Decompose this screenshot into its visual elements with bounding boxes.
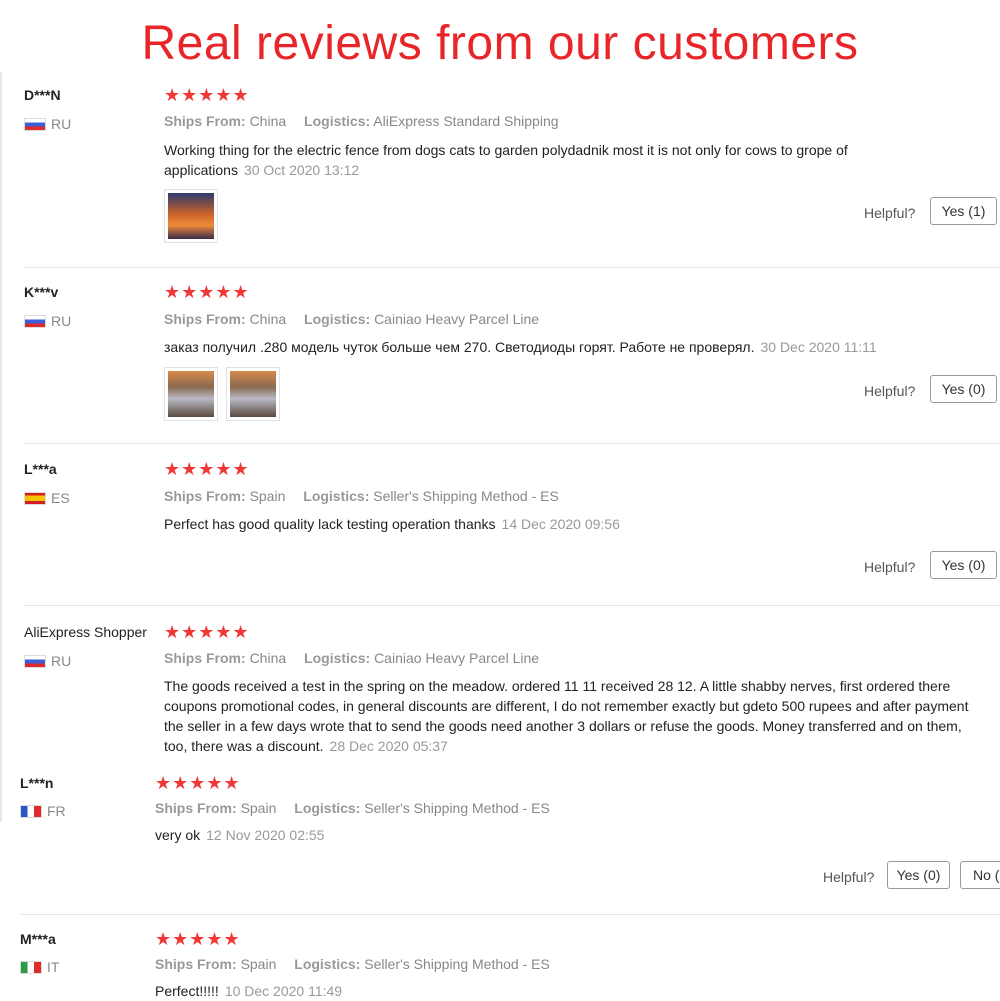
review-date: 30 Oct 2020 13:12 — [243, 162, 360, 178]
helpful-yes-button[interactable]: Yes (1) — [930, 197, 997, 225]
reviewer-name: K***v — [24, 284, 59, 300]
logistics-label: Logistics: — [304, 311, 371, 327]
review-photo-thumbnail[interactable] — [164, 367, 218, 421]
ships-from-value: Spain — [240, 956, 277, 972]
logistics-value: Seller's Shipping Method - ES — [364, 956, 550, 972]
reviewer-name: L***a — [24, 461, 57, 477]
rating-stars: ★★★★★ — [164, 85, 250, 106]
review-date: 10 Dec 2020 11:49 — [224, 983, 343, 999]
logistics-label: Logistics: — [303, 488, 370, 504]
review-date: 28 Dec 2020 05:37 — [329, 738, 448, 754]
reviewer-country: FR — [20, 803, 66, 819]
review-photo-thumbnail[interactable] — [164, 189, 218, 243]
review-body: The goods received a test in the spring … — [164, 678, 969, 754]
logistics-label: Logistics: — [294, 956, 361, 972]
ships-from-value: China — [249, 113, 287, 129]
logistics-label: Logistics: — [304, 650, 371, 666]
helpful-yes-button[interactable]: Yes (0) — [930, 551, 997, 579]
review-divider — [24, 267, 1000, 268]
ships-from-label: Ships From: — [155, 956, 237, 972]
country-code: ES — [51, 490, 70, 506]
shipping-meta: Ships From: China Logistics: AliExpress … — [164, 113, 559, 129]
review-date: 12 Nov 2020 02:55 — [206, 827, 325, 843]
logistics-label: Logistics: — [304, 113, 371, 129]
spain-flag-icon — [24, 491, 46, 505]
review-photo-thumbnail[interactable] — [226, 367, 280, 421]
ships-from-value: China — [249, 311, 287, 327]
reviewer-country: IT — [20, 959, 59, 975]
reviewer-country: ES — [24, 490, 70, 506]
reviewer-name: D***N — [24, 87, 61, 103]
helpful-yes-button[interactable]: Yes (0) — [887, 861, 950, 889]
review-date: 14 Dec 2020 09:56 — [501, 516, 620, 532]
review-body: заказ получил .280 модель чуток больше ч… — [164, 339, 755, 355]
logistics-value: Seller's Shipping Method - ES — [373, 488, 559, 504]
shipping-meta: Ships From: China Logistics: Cainiao Hea… — [164, 311, 539, 327]
rating-stars: ★★★★★ — [164, 282, 250, 303]
italy-flag-icon — [20, 960, 42, 974]
country-code: IT — [47, 959, 60, 975]
reviewer-country: RU — [24, 653, 71, 669]
review-divider — [24, 443, 1000, 444]
review-text: Working thing for the electric fence fro… — [164, 140, 944, 180]
ships-from-value: Spain — [249, 488, 286, 504]
country-code: FR — [47, 803, 66, 819]
rating-stars: ★★★★★ — [155, 773, 241, 794]
ships-from-label: Ships From: — [164, 488, 246, 504]
shipping-meta: Ships From: Spain Logistics: Seller's Sh… — [155, 956, 550, 972]
review-text: The goods received a test in the spring … — [164, 676, 974, 756]
review-text: Perfect has good quality lack testing op… — [164, 514, 964, 534]
helpful-label: Helpful? — [864, 205, 916, 221]
shipping-meta: Ships From: Spain Logistics: Seller's Sh… — [155, 800, 550, 816]
logistics-value: AliExpress Standard Shipping — [373, 113, 559, 129]
reviewer-name: M***a — [20, 931, 56, 947]
ships-from-label: Ships From: — [164, 650, 246, 666]
ships-from-label: Ships From: — [155, 800, 237, 816]
logistics-value: Cainiao Heavy Parcel Line — [374, 311, 540, 327]
shipping-meta: Ships From: Spain Logistics: Seller's Sh… — [164, 488, 559, 504]
review-text: very ok 12 Nov 2020 02:55 — [155, 825, 955, 845]
review-text: заказ получил .280 модель чуток больше ч… — [164, 337, 964, 357]
country-code: RU — [51, 653, 72, 669]
reviewer-name: L***n — [20, 775, 54, 791]
russia-flag-icon — [24, 654, 46, 668]
ships-from-value: China — [249, 650, 287, 666]
review-date: 30 Dec 2020 11:11 — [760, 339, 877, 355]
russia-flag-icon — [24, 117, 46, 131]
left-rule — [0, 72, 2, 822]
rating-stars: ★★★★★ — [155, 929, 241, 950]
helpful-label: Helpful? — [823, 869, 875, 885]
shipping-meta: Ships From: China Logistics: Cainiao Hea… — [164, 650, 539, 666]
review-body: very ok — [155, 827, 201, 843]
country-code: RU — [51, 116, 72, 132]
review-body: Perfect has good quality lack testing op… — [164, 516, 496, 532]
review-body: Perfect!!!!! — [155, 983, 219, 999]
helpful-label: Helpful? — [864, 559, 916, 575]
page-title: Real reviews from our customers — [141, 17, 859, 70]
helpful-no-button[interactable]: No (0) — [960, 861, 1000, 889]
ships-from-label: Ships From: — [164, 311, 246, 327]
helpful-label: Helpful? — [864, 383, 916, 399]
logistics-value: Seller's Shipping Method - ES — [364, 800, 550, 816]
rating-stars: ★★★★★ — [164, 459, 250, 480]
russia-flag-icon — [24, 314, 46, 328]
helpful-yes-button[interactable]: Yes (0) — [930, 375, 997, 403]
logistics-value: Cainiao Heavy Parcel Line — [374, 650, 540, 666]
reviewer-country: RU — [24, 116, 71, 132]
country-code: RU — [51, 313, 72, 329]
rating-stars: ★★★★★ — [164, 622, 250, 643]
ships-from-value: Spain — [240, 800, 277, 816]
review-text: Perfect!!!!! 10 Dec 2020 11:49 — [155, 981, 955, 1001]
reviewer-country: RU — [24, 313, 71, 329]
logistics-label: Logistics: — [294, 800, 361, 816]
ships-from-label: Ships From: — [164, 113, 246, 129]
review-divider — [20, 914, 1000, 915]
reviewer-name: AliExpress Shopper — [24, 624, 147, 640]
france-flag-icon — [20, 804, 42, 818]
review-divider — [24, 605, 1000, 606]
